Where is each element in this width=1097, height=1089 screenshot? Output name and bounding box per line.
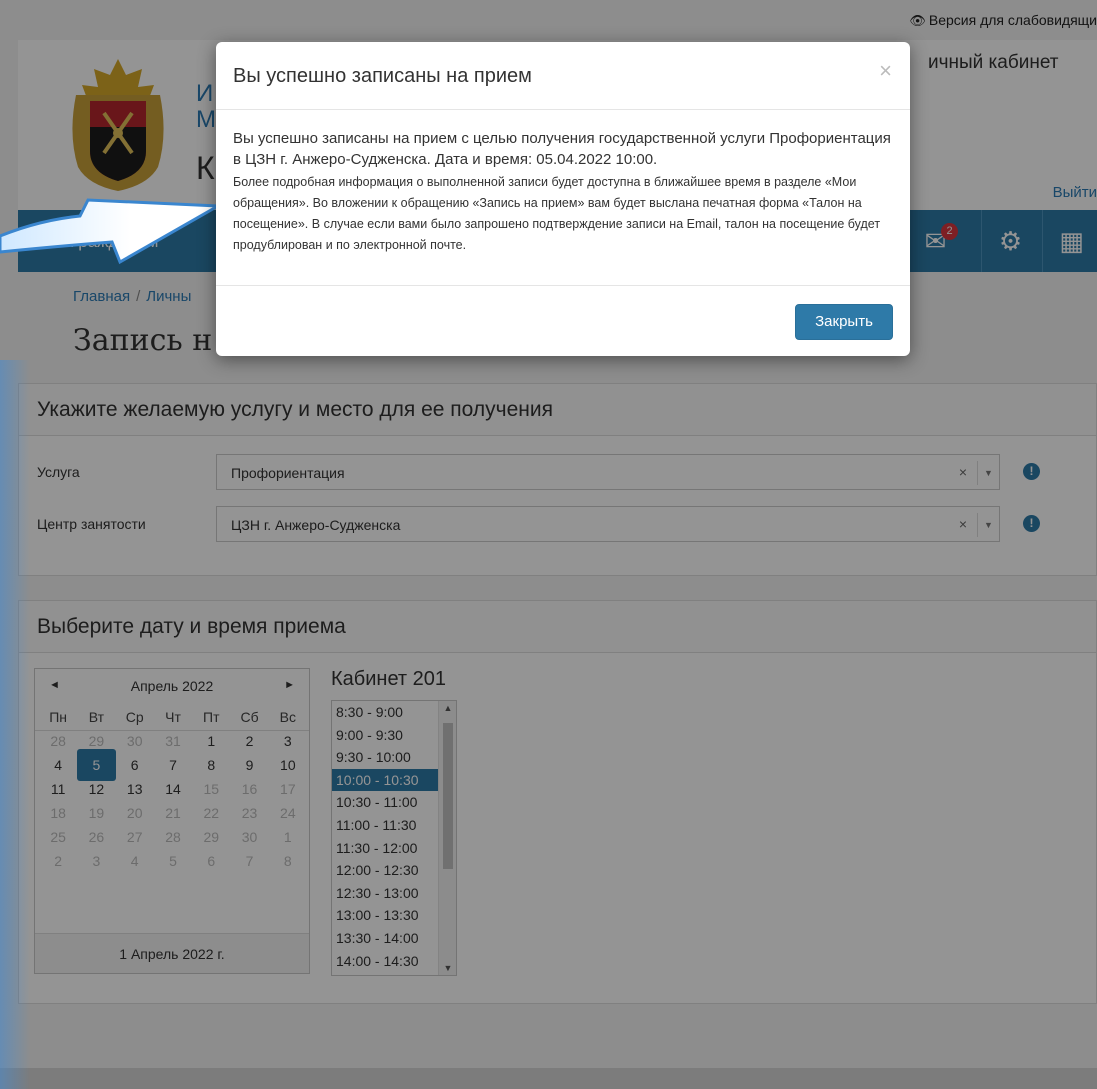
close-button[interactable]: Закрыть (795, 304, 893, 340)
modal-footer: Закрыть (216, 285, 910, 356)
side-glow-decoration (0, 360, 30, 1089)
modal-details-text: Более подробная информация о выполненной… (233, 175, 881, 252)
pointer-arrow-icon (0, 198, 224, 265)
modal-close-icon[interactable]: × (879, 60, 892, 82)
modal-title: Вы успешно записаны на прием (233, 65, 532, 87)
modal-body: Вы успешно записаны на прием с целью пол… (233, 128, 897, 256)
success-modal: Вы успешно записаны на прием × Вы успешн… (216, 42, 910, 356)
modal-header: Вы успешно записаны на прием × (216, 42, 910, 110)
modal-lead-text: Вы успешно записаны на прием с целью пол… (233, 130, 891, 168)
